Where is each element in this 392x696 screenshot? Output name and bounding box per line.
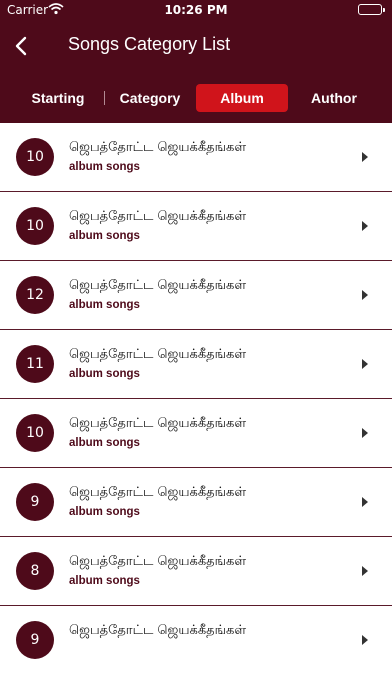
clock-label: 10:26 PM (164, 3, 228, 17)
tab-album[interactable]: Album (196, 84, 288, 112)
song-subtitle: album songs (69, 506, 140, 518)
song-count-badge: 9 (16, 621, 54, 659)
song-count-badge: 10 (16, 207, 54, 245)
list-item[interactable]: 10 ஜெபத்தோட்ட ஜெயக்கீதங்கள் album songs (0, 192, 392, 261)
tab-bar: Starting Category Album Author (0, 84, 392, 112)
tab-category[interactable]: Category (110, 84, 190, 112)
list-item[interactable]: 9 ஜெபத்தோட்ட ஜெயக்கீதங்கள் album songs (0, 468, 392, 537)
song-subtitle: album songs (69, 575, 140, 587)
chevron-right-icon (362, 635, 368, 645)
song-subtitle: album songs (69, 437, 140, 449)
song-count-badge: 12 (16, 276, 54, 314)
chevron-right-icon (362, 290, 368, 300)
chevron-right-icon (362, 428, 368, 438)
list-item[interactable]: 11 ஜெபத்தோட்ட ஜெயக்கீதங்கள் album songs (0, 330, 392, 399)
page-title: Songs Category List (68, 34, 231, 54)
back-button[interactable] (10, 33, 34, 59)
tab-starting[interactable]: Starting (18, 84, 98, 112)
song-count-badge: 8 (16, 552, 54, 590)
song-count-badge: 9 (16, 483, 54, 521)
song-count-badge: 10 (16, 414, 54, 452)
song-subtitle: album songs (69, 230, 140, 242)
chevron-right-icon (362, 152, 368, 162)
song-subtitle: album songs (69, 161, 140, 173)
list-item[interactable]: 12 ஜெபத்தோட்ட ஜெயக்கீதங்கள் album songs (0, 261, 392, 330)
songs-list: 10 ஜெபத்தோட்ட ஜெயக்கீதங்கள் album songs … (0, 123, 392, 674)
song-title: ஜெபத்தோட்ட ஜெயக்கீதங்கள் (69, 278, 247, 293)
song-title: ஜெபத்தோட்ட ஜெயக்கீதங்கள் (69, 485, 247, 500)
list-item[interactable]: 8 ஜெபத்தோட்ட ஜெயக்கீதங்கள் album songs (0, 537, 392, 606)
chevron-right-icon (362, 497, 368, 507)
song-title: ஜெபத்தோட்ட ஜெயக்கீதங்கள் (69, 209, 247, 224)
song-count-badge: 10 (16, 138, 54, 176)
song-title: ஜெபத்தோட்ட ஜெயக்கீதங்கள் (69, 554, 247, 569)
song-title: ஜெபத்தோட்ட ஜெயக்கீதங்கள் (69, 140, 247, 155)
chevron-right-icon (362, 221, 368, 231)
tab-author[interactable]: Author (294, 84, 374, 112)
list-item[interactable]: 9 ஜெபத்தோட்ட ஜெயக்கீதங்கள் (0, 606, 392, 674)
song-title: ஜெபத்தோட்ட ஜெயக்கீதங்கள் (69, 623, 247, 638)
song-count-badge: 11 (16, 345, 54, 383)
tab-divider (104, 91, 105, 105)
chevron-right-icon (362, 359, 368, 369)
song-subtitle: album songs (69, 299, 140, 311)
chevron-left-icon (15, 36, 27, 56)
status-bar: Carrier 10:26 PM (0, 0, 392, 20)
song-title: ஜெபத்தோட்ட ஜெயக்கீதங்கள் (69, 347, 247, 362)
chevron-right-icon (362, 566, 368, 576)
battery-icon (358, 4, 385, 15)
list-item[interactable]: 10 ஜெபத்தோட்ட ஜெயக்கீதங்கள் album songs (0, 399, 392, 468)
song-title: ஜெபத்தோட்ட ஜெயக்கீதங்கள் (69, 416, 247, 431)
list-item[interactable]: 10 ஜெபத்தோட்ட ஜெயக்கீதங்கள் album songs (0, 123, 392, 192)
app-header: Carrier 10:26 PM Songs Category List Sta… (0, 0, 392, 123)
song-subtitle: album songs (69, 368, 140, 380)
